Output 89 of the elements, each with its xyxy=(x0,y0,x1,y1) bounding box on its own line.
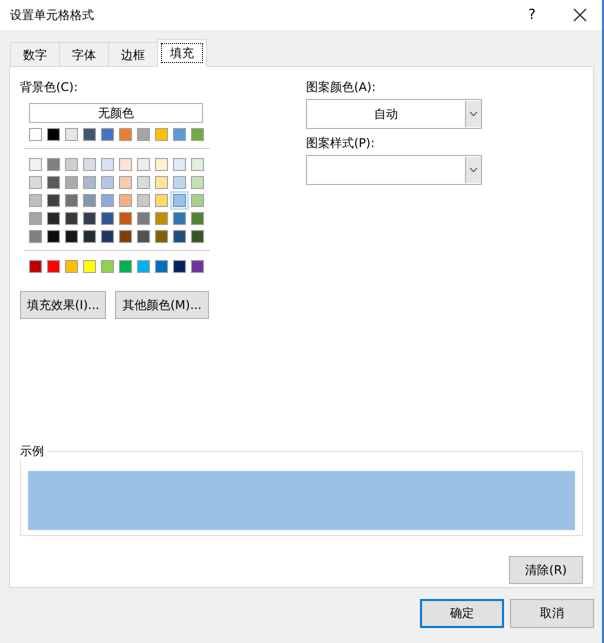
color-swatch[interactable] xyxy=(29,212,42,225)
color-swatch[interactable] xyxy=(155,212,168,225)
color-swatch[interactable] xyxy=(119,194,132,207)
color-swatch[interactable] xyxy=(29,230,42,243)
color-swatch[interactable] xyxy=(65,128,78,141)
color-swatch[interactable] xyxy=(29,194,42,207)
color-swatch[interactable] xyxy=(119,212,132,225)
color-swatch[interactable] xyxy=(47,194,60,207)
color-swatch[interactable] xyxy=(65,230,78,243)
sample-label: 示例 xyxy=(20,443,48,460)
color-swatch[interactable] xyxy=(155,230,168,243)
color-swatch[interactable] xyxy=(47,158,60,171)
color-swatch[interactable] xyxy=(155,158,168,171)
color-swatch[interactable] xyxy=(65,212,78,225)
color-swatch[interactable] xyxy=(173,128,186,141)
color-swatch[interactable] xyxy=(83,128,96,141)
color-swatch[interactable] xyxy=(191,176,204,189)
pattern-color-label: 图案颜色(A): xyxy=(306,79,377,96)
chevron-down-icon xyxy=(469,167,478,173)
background-color-label: 背景色(C): xyxy=(20,79,79,96)
color-swatch[interactable] xyxy=(137,158,150,171)
pattern-style-label: 图案样式(P): xyxy=(306,135,376,152)
color-swatch[interactable] xyxy=(29,176,42,189)
color-swatch[interactable] xyxy=(47,230,60,243)
dialog-button[interactable]: 其他颜色(M)... xyxy=(115,291,209,319)
color-swatch[interactable] xyxy=(29,158,42,171)
clear-button[interactable]: 清除(R) xyxy=(509,556,583,584)
color-swatch[interactable] xyxy=(83,194,96,207)
color-swatch[interactable] xyxy=(137,260,150,273)
color-swatch[interactable] xyxy=(119,260,132,273)
color-swatch[interactable] xyxy=(119,128,132,141)
pattern-style-dropdown[interactable] xyxy=(306,155,482,185)
color-swatch[interactable] xyxy=(137,128,150,141)
color-swatch[interactable] xyxy=(29,260,42,273)
color-swatch[interactable] xyxy=(83,260,96,273)
color-swatch[interactable] xyxy=(155,176,168,189)
color-swatch[interactable] xyxy=(191,128,204,141)
window-title: 设置单元格格式 xyxy=(10,6,95,24)
color-swatch[interactable] xyxy=(65,158,78,171)
dialog-button[interactable]: 填充效果(I)... xyxy=(20,291,106,319)
color-swatch[interactable] xyxy=(83,158,96,171)
color-swatch[interactable] xyxy=(173,230,186,243)
color-swatch[interactable] xyxy=(83,176,96,189)
color-swatch[interactable] xyxy=(101,176,114,189)
tab[interactable]: 数字 xyxy=(10,42,60,67)
color-swatch[interactable] xyxy=(101,194,114,207)
color-swatch[interactable] xyxy=(119,158,132,171)
color-swatch[interactable] xyxy=(119,176,132,189)
color-swatch[interactable] xyxy=(137,176,150,189)
color-swatch[interactable] xyxy=(47,260,60,273)
color-swatch[interactable] xyxy=(29,128,42,141)
color-swatch[interactable] xyxy=(173,212,186,225)
tab[interactable]: 填充 xyxy=(157,39,207,67)
dialog-button[interactable]: 取消 xyxy=(510,599,594,628)
pattern-color-dropdown[interactable]: 自动 xyxy=(306,99,482,129)
color-swatch[interactable] xyxy=(137,230,150,243)
color-swatch[interactable] xyxy=(119,230,132,243)
color-swatch[interactable] xyxy=(173,194,186,207)
color-swatch[interactable] xyxy=(173,260,186,273)
dialog-button[interactable]: 确定 xyxy=(420,599,504,628)
color-swatch[interactable] xyxy=(137,212,150,225)
color-swatch[interactable] xyxy=(83,230,96,243)
color-swatch[interactable] xyxy=(155,194,168,207)
color-swatch[interactable] xyxy=(101,212,114,225)
color-swatch[interactable] xyxy=(65,194,78,207)
color-swatch[interactable] xyxy=(47,176,60,189)
color-swatch[interactable] xyxy=(155,260,168,273)
color-swatch[interactable] xyxy=(47,212,60,225)
color-swatch[interactable] xyxy=(101,158,114,171)
color-swatch[interactable] xyxy=(65,260,78,273)
color-swatch[interactable] xyxy=(173,158,186,171)
color-swatch[interactable] xyxy=(83,212,96,225)
color-swatch[interactable] xyxy=(191,212,204,225)
color-swatch[interactable] xyxy=(65,176,78,189)
color-swatch[interactable] xyxy=(191,194,204,207)
color-swatch[interactable] xyxy=(191,230,204,243)
color-swatch[interactable] xyxy=(191,260,204,273)
color-swatch[interactable] xyxy=(173,176,186,189)
help-button[interactable]: ? xyxy=(510,0,554,30)
color-swatch[interactable] xyxy=(47,128,60,141)
no-color-button[interactable]: 无颜色 xyxy=(29,103,203,123)
close-icon xyxy=(573,8,587,22)
color-swatch[interactable] xyxy=(155,128,168,141)
color-swatch[interactable] xyxy=(191,158,204,171)
chevron-down-icon xyxy=(469,111,478,117)
color-swatch[interactable] xyxy=(137,194,150,207)
color-swatch[interactable] xyxy=(101,260,114,273)
color-swatch[interactable] xyxy=(101,230,114,243)
color-swatch[interactable] xyxy=(101,128,114,141)
